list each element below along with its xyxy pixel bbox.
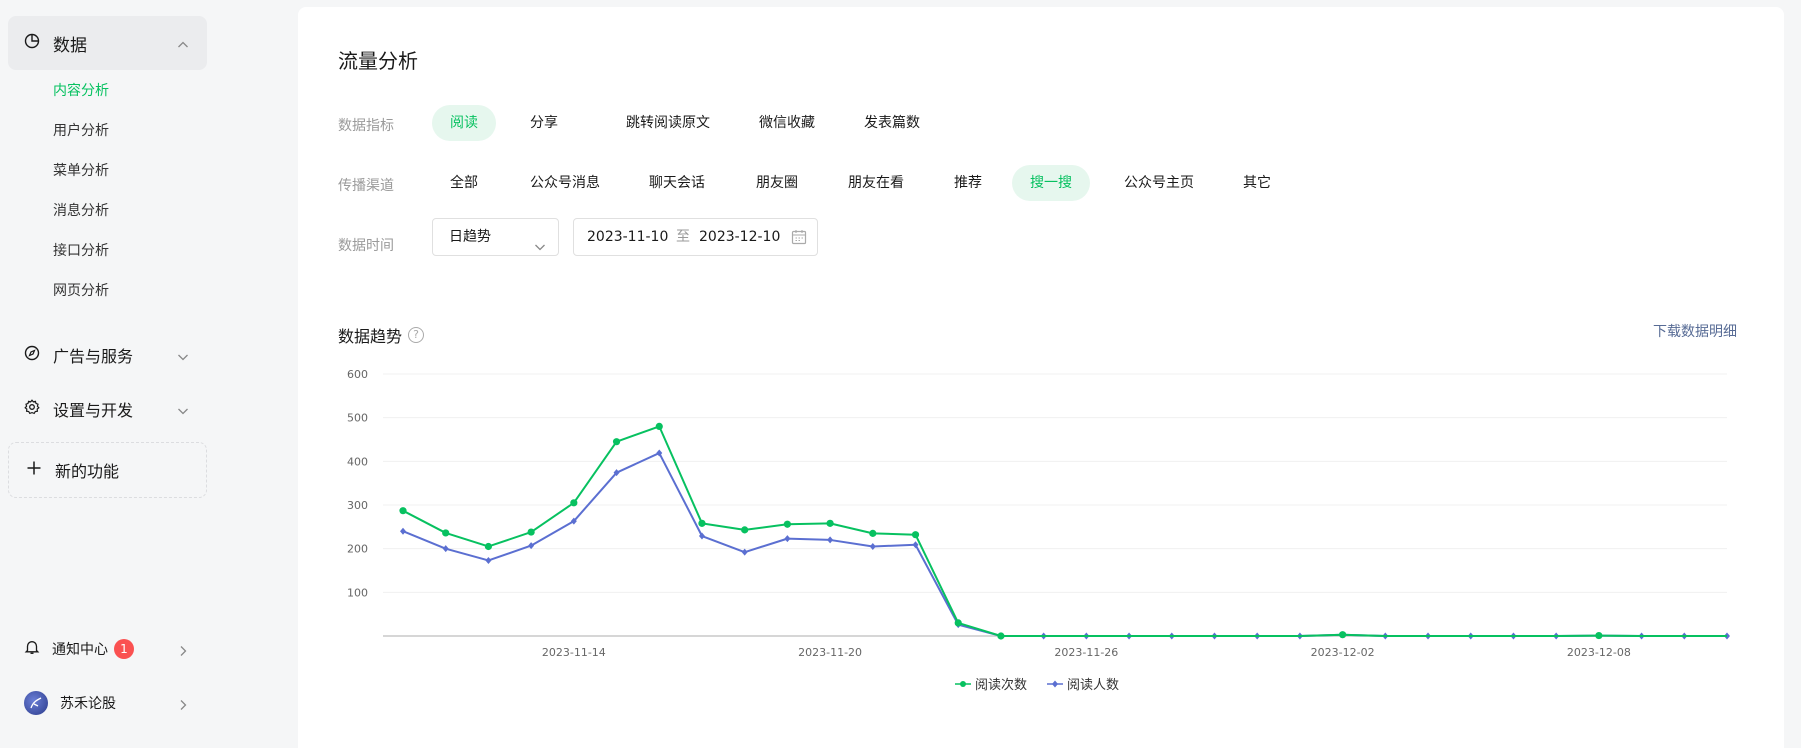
nav-ads-label: 广告与服务 xyxy=(53,347,134,366)
sidebar-item-user-analysis[interactable]: 用户分析 xyxy=(53,120,109,140)
nav-data-header[interactable]: 数据 xyxy=(8,16,207,70)
metric-tab-share[interactable]: 分享 xyxy=(512,105,576,141)
granularity-select[interactable]: 日趋势 xyxy=(432,218,559,256)
chevron-down-icon xyxy=(177,402,189,421)
chevron-down-icon xyxy=(177,348,189,367)
page-title: 流量分析 xyxy=(338,49,418,73)
channel-tab-moments[interactable]: 朋友圈 xyxy=(738,165,816,201)
date-range-picker[interactable]: 2023-11-10 至 2023-12-10 xyxy=(573,218,818,256)
legend-swatch-readers xyxy=(1047,680,1064,687)
bell-icon xyxy=(24,639,40,659)
gear-icon xyxy=(24,399,40,419)
chevron-right-icon xyxy=(177,696,189,715)
account-menu[interactable]: 苏禾论股 xyxy=(8,683,207,723)
trend-title: 数据趋势 ? xyxy=(338,323,425,347)
calendar-icon xyxy=(791,219,807,255)
legend-swatch-reads xyxy=(955,680,971,687)
date-separator: 至 xyxy=(676,229,690,245)
notification-center[interactable]: 通知中心 1 xyxy=(8,629,207,669)
sidebar-item-content-analysis[interactable]: 内容分析 xyxy=(53,80,109,100)
new-feature-label: 新的功能 xyxy=(55,462,120,481)
legend-label-readers: 阅读人数 xyxy=(1067,678,1120,693)
chevron-down-icon xyxy=(534,231,546,267)
metric-tab-publish-count[interactable]: 发表篇数 xyxy=(846,105,938,141)
notification-label: 通知中心 xyxy=(52,642,108,658)
channel-row-label: 传播渠道 xyxy=(338,178,394,194)
plus-icon xyxy=(26,460,42,480)
channel-tab-profile[interactable]: 公众号主页 xyxy=(1106,165,1212,201)
metric-tab-jump-original[interactable]: 跳转阅读原文 xyxy=(608,105,728,141)
sidebar-item-web-analysis[interactable]: 网页分析 xyxy=(53,280,109,300)
granularity-value: 日趋势 xyxy=(449,229,491,245)
download-detail-link[interactable]: 下载数据明细 xyxy=(1653,321,1737,341)
nav-data-label: 数据 xyxy=(53,35,87,56)
avatar xyxy=(24,691,48,715)
trend-title-label: 数据趋势 xyxy=(338,327,403,346)
channel-tab-official-msg[interactable]: 公众号消息 xyxy=(512,165,618,201)
sidebar: 数据 内容分析 用户分析 菜单分析 消息分析 接口分析 网页分析 广告与服务 设… xyxy=(0,0,215,748)
nav-ads-services[interactable]: 广告与服务 xyxy=(8,335,207,375)
notification-badge: 1 xyxy=(114,639,134,659)
help-icon[interactable]: ? xyxy=(408,327,425,343)
channel-tab-recommend[interactable]: 推荐 xyxy=(936,165,1000,201)
nav-settings-dev[interactable]: 设置与开发 xyxy=(8,389,207,429)
metric-row-label: 数据指标 xyxy=(338,118,394,134)
chart-legend: 阅读次数 阅读人数 xyxy=(955,674,1139,693)
sidebar-item-menu-analysis[interactable]: 菜单分析 xyxy=(53,160,109,180)
pie-chart-icon xyxy=(24,33,40,53)
channel-tab-other[interactable]: 其它 xyxy=(1225,165,1289,201)
account-name: 苏禾论股 xyxy=(60,696,116,712)
metric-tab-wechat-favorite[interactable]: 微信收藏 xyxy=(741,105,833,141)
sidebar-item-message-analysis[interactable]: 消息分析 xyxy=(53,200,109,220)
main-panel: 流量分析 数据指标 阅读 分享 跳转阅读原文 微信收藏 发表篇数 传播渠道 全部… xyxy=(298,7,1784,748)
compass-icon xyxy=(24,345,40,365)
channel-tab-all[interactable]: 全部 xyxy=(432,165,496,201)
new-feature-button[interactable]: 新的功能 xyxy=(8,442,207,498)
channel-tab-search[interactable]: 搜一搜 xyxy=(1012,165,1090,201)
date-start[interactable]: 2023-11-10 xyxy=(587,219,668,255)
channel-tab-friends-watching[interactable]: 朋友在看 xyxy=(830,165,922,201)
channel-tab-chat[interactable]: 聊天会话 xyxy=(631,165,723,201)
legend-label-reads: 阅读次数 xyxy=(975,678,1028,693)
time-row-label: 数据时间 xyxy=(338,238,394,254)
legend-item-readers[interactable]: 阅读人数 xyxy=(1047,674,1119,693)
chevron-right-icon xyxy=(177,642,189,661)
metric-tab-read[interactable]: 阅读 xyxy=(432,105,496,141)
legend-item-reads[interactable]: 阅读次数 xyxy=(955,674,1027,693)
chevron-up-icon xyxy=(177,36,189,55)
date-end[interactable]: 2023-12-10 xyxy=(699,219,780,255)
nav-settings-label: 设置与开发 xyxy=(53,401,134,420)
sidebar-item-api-analysis[interactable]: 接口分析 xyxy=(53,240,109,260)
